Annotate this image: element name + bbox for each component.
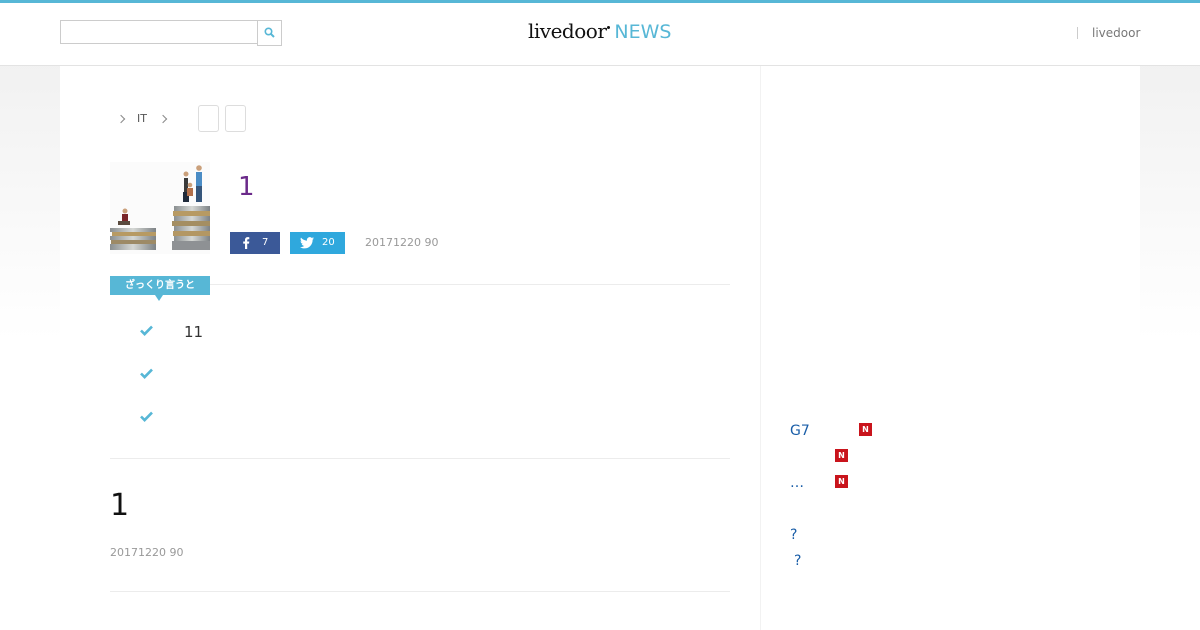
site-logo[interactable]: livedoor NEWS (528, 19, 671, 49)
sidebar-news-link[interactable]: ? (794, 553, 801, 569)
main-content: IT 1 7 20 20171220 90 ざっくり言うと 11 1 20171… (60, 66, 760, 630)
article-title[interactable]: 1 (238, 172, 255, 202)
twitter-count: 20 (322, 237, 335, 248)
divider (110, 591, 730, 592)
check-icon (140, 368, 153, 379)
search-button[interactable] (257, 20, 282, 46)
article-date: 20171220 90 (365, 236, 439, 249)
logo-dot (607, 26, 611, 29)
sidebar-news-link[interactable]: ? (790, 527, 797, 543)
logo-news: NEWS (614, 21, 672, 43)
header-separator (1077, 27, 1078, 39)
new-badge: N (835, 475, 848, 488)
prev-article-button[interactable] (198, 105, 219, 132)
breadcrumb-category[interactable]: IT (137, 112, 147, 125)
new-badge: N (835, 449, 848, 462)
sidebar-news-link[interactable]: G7 (790, 423, 810, 439)
article-thumbnail[interactable] (110, 162, 210, 254)
sidebar: G7 N N … N ? ? (760, 66, 1140, 630)
summary-item: 11 (184, 323, 204, 341)
chevron-right-icon (158, 114, 168, 124)
body-date: 20171220 90 (110, 546, 184, 559)
facebook-count: 7 (262, 237, 269, 248)
twitter-icon (300, 237, 314, 249)
site-header: livedoor NEWS livedoor (0, 3, 1200, 66)
chevron-right-icon (116, 114, 126, 124)
summary-badge-tail (155, 295, 163, 301)
new-badge: N (859, 423, 872, 436)
search-input[interactable] (60, 20, 258, 44)
facebook-share-button[interactable]: 7 (230, 232, 280, 254)
check-icon (140, 325, 153, 336)
next-article-button[interactable] (225, 105, 246, 132)
body-title: 1 (110, 488, 130, 523)
divider (110, 458, 730, 459)
search-icon (264, 27, 275, 38)
logo-livedoor: livedoor (528, 19, 607, 43)
facebook-icon (243, 237, 250, 249)
sidebar-news-link[interactable]: … (790, 475, 804, 491)
summary-badge: ざっくり言うと (110, 276, 210, 295)
thumbnail-image (110, 162, 210, 254)
check-icon (140, 411, 153, 422)
livedoor-link[interactable]: livedoor (1092, 26, 1140, 40)
twitter-share-button[interactable]: 20 (290, 232, 345, 254)
